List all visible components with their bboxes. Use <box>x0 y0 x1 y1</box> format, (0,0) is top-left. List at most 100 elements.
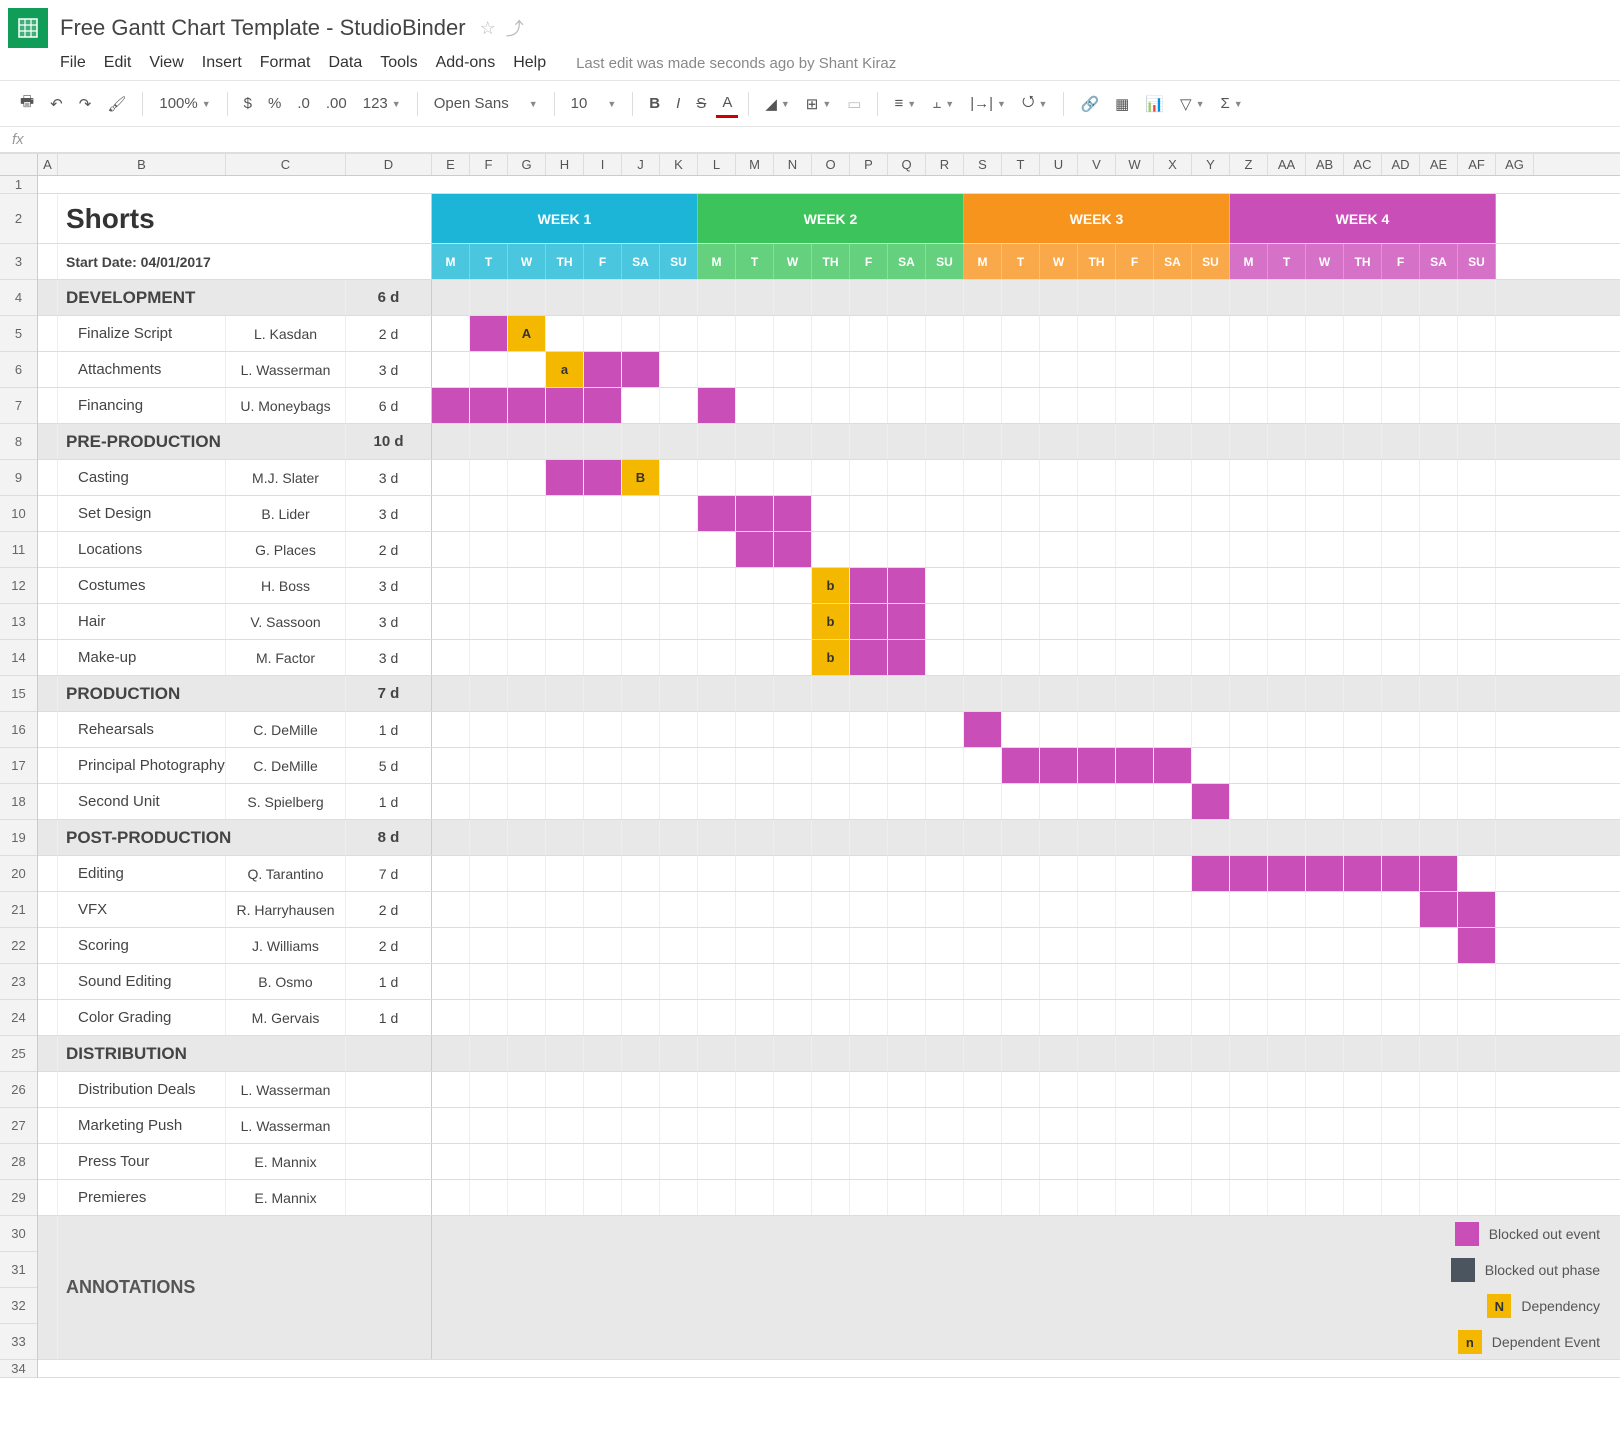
task-duration[interactable]: 6 d <box>346 388 432 423</box>
row-header-12[interactable]: 12 <box>0 568 37 604</box>
col-header-Z[interactable]: Z <box>1230 154 1268 175</box>
task-name[interactable]: Second Unit <box>58 784 226 819</box>
col-header-A[interactable]: A <box>38 154 58 175</box>
row-header-26[interactable]: 26 <box>0 1072 37 1108</box>
phase-name[interactable]: PRODUCTION <box>58 676 346 711</box>
move-folder-icon[interactable]: ⤴ <box>506 15 524 41</box>
row-header-22[interactable]: 22 <box>0 928 37 964</box>
task-owner[interactable]: S. Spielberg <box>226 784 346 819</box>
format-currency[interactable]: $ <box>238 91 258 116</box>
task-owner[interactable]: L. Kasdan <box>226 316 346 351</box>
task-duration[interactable]: 2 d <box>346 928 432 963</box>
increase-decimal[interactable]: .00 <box>320 91 353 116</box>
col-header-M[interactable]: M <box>736 154 774 175</box>
task-owner[interactable]: G. Places <box>226 532 346 567</box>
task-duration[interactable]: 1 d <box>346 1000 432 1035</box>
font-size-select[interactable]: 10▼ <box>565 91 623 116</box>
row-header-14[interactable]: 14 <box>0 640 37 676</box>
task-owner[interactable]: L. Wasserman <box>226 1072 346 1107</box>
task-name[interactable]: Marketing Push <box>58 1108 226 1143</box>
task-duration[interactable]: 3 d <box>346 352 432 387</box>
task-duration[interactable]: 3 d <box>346 604 432 639</box>
sheets-icon[interactable] <box>8 8 48 48</box>
task-name[interactable]: Distribution Deals <box>58 1072 226 1107</box>
task-duration[interactable] <box>346 1108 432 1143</box>
col-header-O[interactable]: O <box>812 154 850 175</box>
print-icon[interactable]: 🖶 <box>14 87 40 120</box>
col-header-D[interactable]: D <box>346 154 432 175</box>
task-owner[interactable]: M. Factor <box>226 640 346 675</box>
task-owner[interactable]: J. Williams <box>226 928 346 963</box>
task-owner[interactable]: E. Mannix <box>226 1180 346 1215</box>
menu-format[interactable]: Format <box>260 54 311 72</box>
task-name[interactable]: Set Design <box>58 496 226 531</box>
task-owner[interactable]: E. Mannix <box>226 1144 346 1179</box>
task-name[interactable]: Hair <box>58 604 226 639</box>
v-align-button[interactable]: ⫠▼ <box>926 91 960 116</box>
task-owner[interactable]: U. Moneybags <box>226 388 346 423</box>
task-duration[interactable]: 3 d <box>346 568 432 603</box>
task-duration[interactable] <box>346 1180 432 1215</box>
row-header-18[interactable]: 18 <box>0 784 37 820</box>
task-owner[interactable]: V. Sassoon <box>226 604 346 639</box>
menu-help[interactable]: Help <box>513 54 546 72</box>
task-owner[interactable]: H. Boss <box>226 568 346 603</box>
col-header-L[interactable]: L <box>698 154 736 175</box>
row-header-15[interactable]: 15 <box>0 676 37 712</box>
phase-name[interactable]: PRE-PRODUCTION <box>58 424 346 459</box>
menu-insert[interactable]: Insert <box>202 54 242 72</box>
task-name[interactable]: Costumes <box>58 568 226 603</box>
task-name[interactable]: Press Tour <box>58 1144 226 1179</box>
task-owner[interactable]: C. DeMille <box>226 748 346 783</box>
decrease-decimal[interactable]: .0 <box>291 91 316 116</box>
col-header-T[interactable]: T <box>1002 154 1040 175</box>
row-header-11[interactable]: 11 <box>0 532 37 568</box>
row-header-23[interactable]: 23 <box>0 964 37 1000</box>
row-header-8[interactable]: 8 <box>0 424 37 460</box>
row-header-34[interactable]: 34 <box>0 1360 37 1378</box>
row-header-16[interactable]: 16 <box>0 712 37 748</box>
row-header-13[interactable]: 13 <box>0 604 37 640</box>
format-percent[interactable]: % <box>262 91 287 116</box>
insert-comment-icon[interactable]: ▦ <box>1109 91 1135 117</box>
task-duration[interactable]: 2 d <box>346 892 432 927</box>
col-header-I[interactable]: I <box>584 154 622 175</box>
task-duration[interactable]: 2 d <box>346 532 432 567</box>
strikethrough-button[interactable]: S <box>690 91 712 116</box>
fill-color-button[interactable]: ◢▼ <box>759 91 795 117</box>
spreadsheet-content[interactable]: ShortsWEEK 1WEEK 2WEEK 3WEEK 4Start Date… <box>38 176 1620 1378</box>
row-header-3[interactable]: 3 <box>0 244 37 280</box>
menu-edit[interactable]: Edit <box>104 54 132 72</box>
text-wrap-button[interactable]: |→|▼ <box>964 91 1012 116</box>
row-header-20[interactable]: 20 <box>0 856 37 892</box>
task-owner[interactable]: L. Wasserman <box>226 1108 346 1143</box>
functions-icon[interactable]: Σ▼ <box>1215 91 1249 116</box>
row-header-10[interactable]: 10 <box>0 496 37 532</box>
col-header-Y[interactable]: Y <box>1192 154 1230 175</box>
bold-button[interactable]: B <box>643 91 666 116</box>
task-duration[interactable]: 3 d <box>346 640 432 675</box>
task-name[interactable]: Rehearsals <box>58 712 226 747</box>
col-header-AB[interactable]: AB <box>1306 154 1344 175</box>
col-header-R[interactable]: R <box>926 154 964 175</box>
menu-view[interactable]: View <box>149 54 183 72</box>
col-header-F[interactable]: F <box>470 154 508 175</box>
col-header-AG[interactable]: AG <box>1496 154 1534 175</box>
row-header-9[interactable]: 9 <box>0 460 37 496</box>
task-duration[interactable]: 3 d <box>346 496 432 531</box>
formula-bar[interactable]: fx <box>0 127 1620 153</box>
row-header-33[interactable]: 33 <box>0 1324 37 1360</box>
task-duration[interactable]: 5 d <box>346 748 432 783</box>
phase-duration[interactable]: 6 d <box>346 280 432 315</box>
zoom-select[interactable]: 100%▼ <box>153 91 216 116</box>
task-name[interactable]: Attachments <box>58 352 226 387</box>
col-header-V[interactable]: V <box>1078 154 1116 175</box>
col-header-J[interactable]: J <box>622 154 660 175</box>
task-owner[interactable]: R. Harryhausen <box>226 892 346 927</box>
font-select[interactable]: Open Sans▼ <box>428 91 544 116</box>
col-header-U[interactable]: U <box>1040 154 1078 175</box>
task-name[interactable]: Locations <box>58 532 226 567</box>
project-title[interactable]: Shorts <box>58 194 432 243</box>
task-duration[interactable]: 1 d <box>346 712 432 747</box>
col-header-H[interactable]: H <box>546 154 584 175</box>
